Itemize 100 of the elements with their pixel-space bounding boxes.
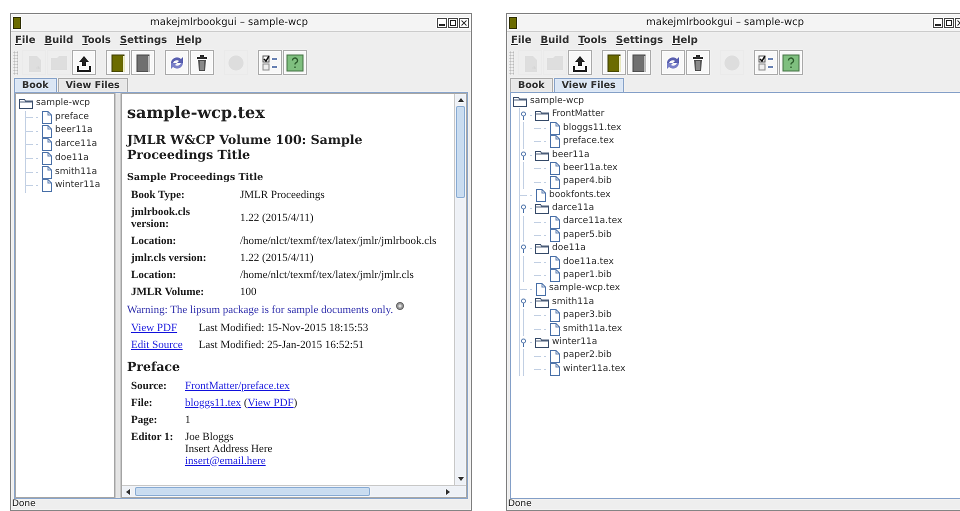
field-value: 100 bbox=[240, 286, 258, 298]
help-icon bbox=[286, 54, 304, 72]
tree-node-label[interactable]: beer11a bbox=[55, 124, 92, 138]
toolbar-button[interactable] bbox=[72, 50, 96, 75]
scroll-thumb[interactable] bbox=[135, 487, 370, 496]
link[interactable]: FrontMatter/preface.tex bbox=[185, 380, 290, 392]
scroll-up-arrow-icon[interactable] bbox=[456, 96, 464, 104]
field-value: ) bbox=[294, 396, 298, 408]
book-icon bbox=[13, 16, 21, 28]
tree-node-label[interactable]: winter11a.tex bbox=[563, 362, 626, 376]
menu-item[interactable]: Help bbox=[176, 32, 202, 48]
menu-item[interactable]: Settings bbox=[616, 32, 664, 48]
tree-node-label[interactable]: bookfonts.tex bbox=[549, 188, 611, 202]
tree-node-label[interactable]: preface.tex bbox=[563, 135, 614, 149]
tab[interactable]: Book bbox=[510, 78, 553, 92]
menu-item[interactable]: Help bbox=[672, 32, 698, 48]
book-icon bbox=[509, 16, 517, 28]
tree-node-label[interactable]: darce11a.tex bbox=[563, 215, 622, 229]
file-icon bbox=[41, 111, 52, 124]
expanded-handle-icon[interactable] bbox=[520, 204, 527, 214]
file-icon bbox=[549, 162, 560, 176]
menu-item[interactable]: File bbox=[15, 32, 36, 48]
scroll-down-arrow-icon[interactable] bbox=[456, 475, 464, 483]
tree-node-label[interactable]: doe11a.tex bbox=[563, 256, 614, 270]
tree-node-label[interactable]: paper2.bib bbox=[563, 349, 612, 363]
tree-node-label[interactable]: paper4.bib bbox=[563, 175, 612, 189]
toolbar-button[interactable] bbox=[754, 50, 778, 75]
close-icon[interactable] bbox=[459, 18, 469, 28]
expanded-handle-icon[interactable] bbox=[520, 298, 527, 308]
tree-node-label[interactable]: FrontMatter bbox=[552, 108, 604, 122]
field-label: jmlrbook.cls version: bbox=[131, 206, 191, 230]
expanded-handle-icon[interactable] bbox=[520, 150, 527, 160]
toolbar-button[interactable] bbox=[686, 50, 710, 75]
file-icon bbox=[41, 152, 52, 166]
minimize-icon[interactable] bbox=[437, 18, 447, 28]
link[interactable]: View PDF bbox=[248, 396, 294, 408]
toolbar-grip[interactable] bbox=[13, 50, 18, 74]
tree-node-label[interactable]: doe11a bbox=[55, 152, 89, 166]
menu-item[interactable]: Settings bbox=[120, 32, 168, 48]
maximize-icon[interactable] bbox=[448, 18, 458, 28]
tree-node-label[interactable]: paper3.bib bbox=[563, 309, 612, 323]
menu-item[interactable]: Tools bbox=[578, 32, 607, 48]
document-subheading: Sample Proceedings Title bbox=[127, 172, 264, 184]
tree-node-label[interactable]: darce11a bbox=[55, 138, 98, 152]
link[interactable]: View PDF bbox=[131, 322, 183, 334]
expanded-handle-icon[interactable] bbox=[520, 244, 527, 254]
tab[interactable]: View Files bbox=[554, 78, 624, 92]
menu-item[interactable]: Build bbox=[540, 32, 570, 48]
tree-node-label[interactable]: darce11a bbox=[552, 202, 594, 216]
minimize-icon[interactable] bbox=[933, 18, 943, 28]
tab[interactable]: Book bbox=[14, 78, 57, 92]
scroll-right-arrow-icon[interactable] bbox=[444, 488, 452, 496]
vertical-scrollbar[interactable] bbox=[454, 94, 466, 485]
menu-item[interactable]: Tools bbox=[82, 32, 111, 48]
tree-node-label[interactable]: winter11a bbox=[55, 179, 100, 193]
help-icon bbox=[782, 54, 800, 72]
toolbar-button[interactable] bbox=[602, 50, 626, 75]
horizontal-scrollbar[interactable] bbox=[122, 485, 466, 497]
toolbar-grip[interactable] bbox=[509, 50, 514, 74]
toolbar-button[interactable] bbox=[627, 50, 651, 75]
toolbar-button[interactable] bbox=[190, 50, 214, 75]
expanded-handle-icon[interactable] bbox=[520, 338, 527, 348]
file-icon bbox=[549, 229, 560, 242]
checklist-icon bbox=[757, 54, 775, 72]
toolbar-button[interactable] bbox=[568, 50, 592, 75]
menu-item[interactable]: Build bbox=[44, 32, 74, 48]
tree-node-label[interactable]: beer11a bbox=[552, 148, 590, 162]
tree-node-label[interactable]: sample-wcp.tex bbox=[549, 282, 620, 296]
tree-node-label[interactable]: sample-wcp bbox=[530, 94, 584, 108]
tab[interactable]: View Files bbox=[58, 78, 128, 92]
link[interactable]: insert@email.here bbox=[185, 454, 266, 466]
tree-node-label[interactable]: smith11a bbox=[552, 296, 594, 310]
tree-node-label[interactable]: sample-wcp bbox=[36, 97, 90, 111]
tree-node-label[interactable]: paper5.bib bbox=[563, 228, 612, 242]
toolbar-button[interactable] bbox=[106, 50, 130, 75]
tree-node-label[interactable]: winter11a bbox=[552, 336, 598, 350]
field-value: 1.22 (2015/4/11) bbox=[240, 212, 315, 224]
scroll-left-arrow-icon[interactable] bbox=[124, 488, 132, 496]
field-label: Location: bbox=[131, 269, 178, 281]
status-text: Done bbox=[508, 499, 532, 510]
toolbar-button[interactable] bbox=[131, 50, 155, 75]
warning-message: Warning: The lipsum package is for sample documents only. bbox=[127, 303, 394, 318]
toolbar-button[interactable] bbox=[779, 50, 803, 75]
file-icon bbox=[549, 322, 560, 336]
link[interactable]: bloggs11.tex bbox=[185, 396, 242, 408]
tree-node-label[interactable]: preface bbox=[55, 110, 89, 124]
tree-node-label[interactable]: smith11a bbox=[55, 166, 98, 180]
tree-node-label[interactable]: bloggs11.tex bbox=[563, 122, 622, 136]
field-value: 1 bbox=[185, 414, 190, 426]
toolbar-button[interactable] bbox=[283, 50, 307, 75]
tree-node-label[interactable]: paper1.bib bbox=[563, 269, 612, 283]
scroll-thumb[interactable] bbox=[456, 106, 465, 198]
tree-node-label[interactable]: beer11a.tex bbox=[563, 162, 618, 176]
tree-node-label[interactable]: smith11a.tex bbox=[563, 322, 622, 336]
tree-node-label[interactable]: doe11a bbox=[552, 242, 586, 256]
field-value: Joe Bloggs bbox=[185, 430, 234, 442]
toolbar-button[interactable] bbox=[258, 50, 282, 75]
menu-item[interactable]: File bbox=[511, 32, 532, 48]
link[interactable]: Edit Source bbox=[131, 338, 183, 350]
expanded-handle-icon[interactable] bbox=[520, 110, 527, 120]
